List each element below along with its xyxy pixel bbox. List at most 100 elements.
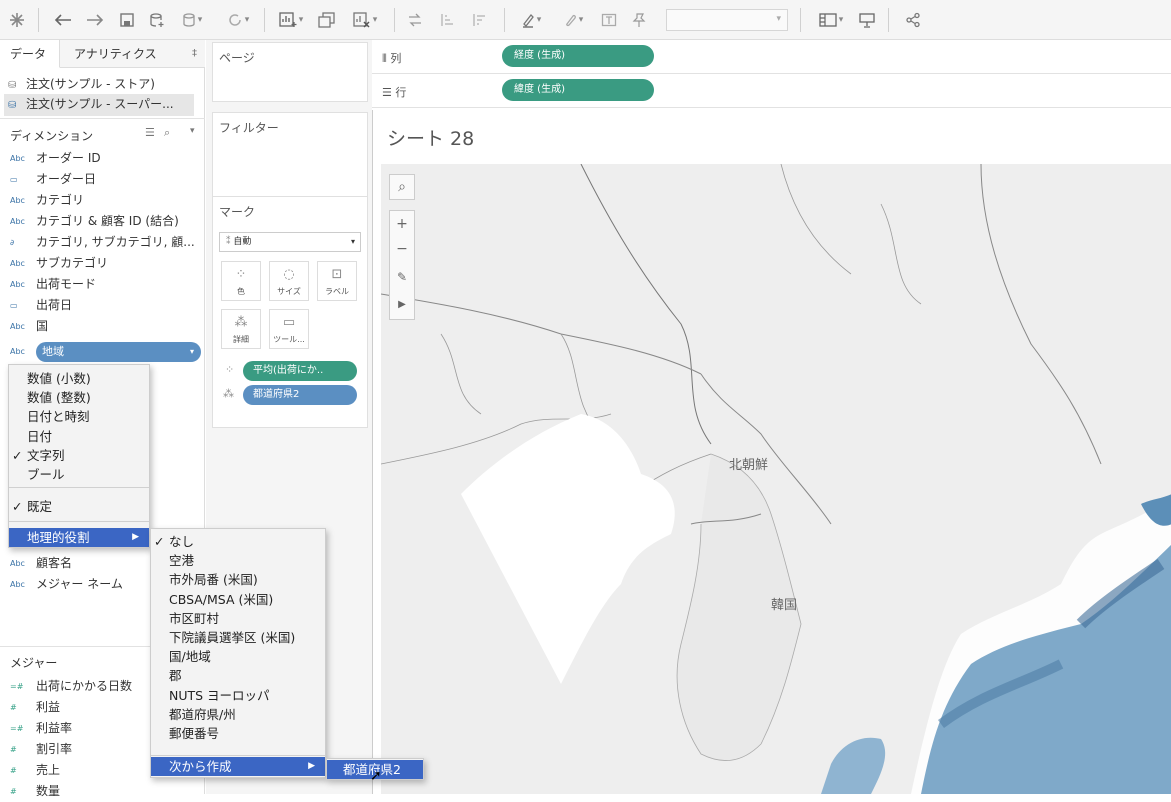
field-pill-region[interactable]: 地域 ▾ bbox=[36, 342, 201, 362]
group-members-icon[interactable]: ▾ bbox=[556, 8, 590, 32]
menu-item[interactable]: 数値 (小数) bbox=[9, 369, 149, 388]
menu-item-default[interactable]: ✓ 既定 bbox=[9, 497, 149, 516]
measure-field[interactable]: =# 出荷にかかる日数 bbox=[10, 676, 132, 697]
tableau-logo-icon[interactable] bbox=[6, 8, 28, 32]
highlight-icon[interactable]: ▾ bbox=[514, 8, 548, 32]
mark-type-dropdown[interactable]: ⁑ 自動 ▾ bbox=[219, 232, 361, 252]
menu-item[interactable]: 市区町村 bbox=[151, 609, 325, 628]
menu-item[interactable]: 郡 bbox=[151, 666, 325, 685]
tab-analytics[interactable]: アナリティクス ‡ bbox=[60, 40, 205, 68]
tab-analytics-label: アナリティクス bbox=[74, 47, 157, 61]
zoom-in-icon[interactable]: + bbox=[390, 211, 414, 237]
dimension-field[interactable]: ▭ 出荷日 bbox=[10, 295, 72, 316]
new-worksheet-icon[interactable]: ▾ bbox=[272, 8, 310, 32]
menu-item[interactable]: 市外局番 (米国) bbox=[151, 570, 325, 589]
measure-field[interactable]: # 利益 bbox=[10, 697, 60, 718]
save-icon[interactable] bbox=[116, 8, 138, 32]
field-label: 割引率 bbox=[36, 742, 73, 756]
menu-item[interactable]: CBSA/MSA (米国) bbox=[151, 590, 325, 609]
search-icon[interactable]: ⌕ bbox=[164, 126, 170, 140]
map-search-icon[interactable]: ⌕ bbox=[389, 174, 415, 200]
dimension-field[interactable]: Abc オーダー ID bbox=[10, 148, 101, 169]
dimensions-view-icon[interactable]: ☰ bbox=[145, 126, 155, 139]
sheet-title[interactable]: シート 28 bbox=[387, 124, 474, 151]
measure-field[interactable]: # 売上 bbox=[10, 760, 60, 781]
detail-button[interactable]: ⁂ 詳細 bbox=[221, 309, 261, 349]
fit-dropdown[interactable]: ▾ bbox=[666, 9, 788, 31]
field-type-icon: # bbox=[10, 787, 17, 796]
chevron-down-icon[interactable]: ▾ bbox=[190, 342, 194, 362]
menu-item-label: 郵便番号 bbox=[169, 726, 220, 741]
latitude-pill[interactable]: 緯度 (生成) bbox=[502, 79, 654, 101]
tab-data[interactable]: データ bbox=[0, 40, 60, 68]
dimension-field[interactable]: Abc 国 bbox=[10, 316, 48, 337]
pause-updates-icon[interactable]: ▾ bbox=[176, 8, 208, 32]
field-type-icon: Abc bbox=[10, 322, 25, 331]
menu-item[interactable]: 日付 bbox=[9, 427, 149, 446]
dimension-field[interactable]: Abc 顧客名 bbox=[10, 553, 72, 574]
menu-item[interactable]: 日付と時刻 bbox=[9, 407, 149, 426]
label-button[interactable]: ⊡ ラベル bbox=[317, 261, 357, 301]
measure-field[interactable]: # 数量 bbox=[10, 781, 60, 802]
expand-toolbar-icon[interactable]: ▶ bbox=[390, 291, 414, 319]
sort-ascending-icon[interactable] bbox=[436, 8, 458, 32]
menu-item[interactable]: 国/地域 bbox=[151, 647, 325, 666]
dimensions-menu-icon[interactable]: ▾ bbox=[190, 126, 195, 136]
menu-item[interactable]: ブール bbox=[9, 465, 149, 484]
new-datasource-icon[interactable] bbox=[146, 8, 168, 32]
menu-item[interactable]: NUTS ヨーロッパ bbox=[151, 686, 325, 705]
menu-item[interactable]: 都道府県/州 bbox=[151, 705, 325, 724]
dimension-field[interactable]: Abc カテゴリ & 顧客 ID (結合) bbox=[10, 211, 179, 232]
clear-sheet-icon[interactable]: ▾ bbox=[346, 8, 384, 32]
pin-icon[interactable]: ✎ bbox=[390, 263, 414, 291]
label-icon: ⊡ bbox=[331, 267, 343, 282]
datasource-item-super[interactable]: ⛁ 注文(サンプル - スーパー... bbox=[4, 94, 194, 116]
tooltip-button[interactable]: ▭ ツール... bbox=[269, 309, 309, 349]
rows-shelf[interactable]: ☰ 行 緯度 (生成) bbox=[372, 74, 1171, 108]
fix-axes-icon[interactable] bbox=[628, 8, 650, 32]
menu-item[interactable]: 数値 (整数) bbox=[9, 388, 149, 407]
menu-item[interactable]: ✓ なし bbox=[151, 532, 325, 551]
menu-item[interactable]: 空港 bbox=[151, 551, 325, 570]
share-icon[interactable] bbox=[900, 8, 926, 32]
menu-item[interactable]: 下院議員選挙区 (米国) bbox=[151, 628, 325, 647]
size-button[interactable]: ◌ サイズ bbox=[269, 261, 309, 301]
refresh-icon[interactable]: ▾ bbox=[218, 8, 258, 32]
tab-menu-icon[interactable]: ‡ bbox=[192, 40, 197, 68]
menu-item-geographic-role[interactable]: 地理的役割 ▶ bbox=[9, 528, 149, 547]
field-type-icon: Abc bbox=[10, 259, 25, 268]
sort-descending-icon[interactable] bbox=[468, 8, 490, 32]
field-type-icon: # bbox=[10, 745, 17, 754]
swap-rows-columns-icon[interactable] bbox=[404, 8, 426, 32]
mark-pill-avg-days[interactable]: 平均(出荷にか.. bbox=[243, 361, 357, 381]
undo-icon[interactable] bbox=[52, 8, 74, 32]
presentation-mode-icon[interactable] bbox=[856, 8, 878, 32]
columns-shelf[interactable]: ⦀ 列 経度 (生成) bbox=[372, 40, 1171, 74]
longitude-pill[interactable]: 経度 (生成) bbox=[502, 45, 654, 67]
duplicate-sheet-icon[interactable] bbox=[316, 8, 338, 32]
dimension-field[interactable]: Abc メジャー ネーム bbox=[10, 574, 123, 595]
zoom-out-icon[interactable]: − bbox=[390, 237, 414, 263]
show-mark-labels-icon[interactable] bbox=[598, 8, 620, 32]
measure-field[interactable]: # 割引率 bbox=[10, 739, 72, 760]
mark-pill-prefecture[interactable]: 都道府県2 bbox=[243, 385, 357, 405]
datasource-item-store[interactable]: ⛁ 注文(サンプル - ストア) bbox=[8, 74, 155, 96]
menu-item-label: 日付 bbox=[27, 428, 53, 444]
menu-item-create-from[interactable]: 次から作成 ▶ bbox=[151, 757, 325, 776]
color-button[interactable]: ⁘ 色 bbox=[221, 261, 261, 301]
dimension-field[interactable]: Abc サブカテゴリ bbox=[10, 253, 108, 274]
map-canvas bbox=[381, 164, 1171, 794]
pages-shelf[interactable]: ページ bbox=[212, 42, 368, 102]
menu-item-label: 都道府県/州 bbox=[169, 706, 236, 722]
dimension-field[interactable]: ▭ オーダー日 bbox=[10, 169, 96, 190]
field-label: 売上 bbox=[36, 763, 61, 777]
dimension-field[interactable]: Abc カテゴリ bbox=[10, 190, 84, 211]
measure-field[interactable]: =# 利益率 bbox=[10, 718, 72, 739]
redo-icon[interactable] bbox=[84, 8, 106, 32]
map-view[interactable]: 北朝鮮 韓国 ⌕ + − ✎ ▶ bbox=[381, 164, 1171, 794]
dimension-field[interactable]: Abc 出荷モード bbox=[10, 274, 96, 295]
menu-item[interactable]: 郵便番号 bbox=[151, 724, 325, 743]
show-cards-icon[interactable]: ▾ bbox=[812, 8, 850, 32]
menu-item[interactable]: ✓ 文字列 bbox=[9, 446, 149, 465]
dimension-field[interactable]: ∂ カテゴリ, サブカテゴリ, 顧... bbox=[10, 232, 195, 253]
